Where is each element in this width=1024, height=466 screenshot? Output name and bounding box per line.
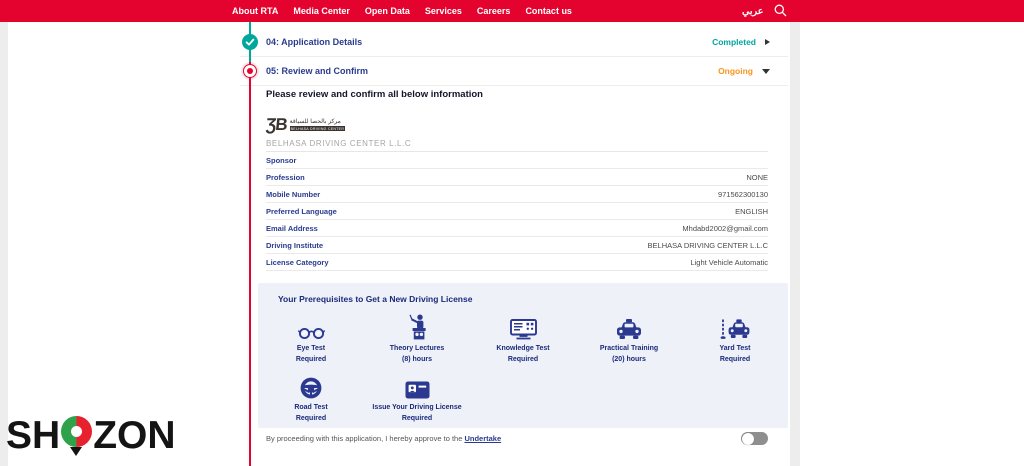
driving-center-logo-arabic: مركز بالحصا للسياقة (290, 119, 345, 126)
prereq-sublabel: Required (508, 355, 538, 366)
lecturer-icon (407, 312, 427, 340)
page-gutter-right (790, 22, 800, 466)
undertake-text: By proceeding with this application, I h… (266, 434, 501, 443)
prereq-sublabel: Required (296, 414, 326, 425)
undertake-link[interactable]: Undertake (464, 434, 501, 443)
stepper-line-current (249, 22, 251, 466)
prereq-label: Yard Test (720, 344, 751, 355)
prereq-item-eye-test: Eye Test Required (258, 312, 364, 366)
steering-wheel-icon (300, 371, 322, 399)
field-label: Sponsor (266, 156, 296, 165)
nav-item-open-data[interactable]: Open Data (365, 6, 410, 16)
prereq-sublabel: (20) hours (612, 355, 646, 366)
prereq-sublabel: Required (402, 414, 432, 425)
step-ongoing-radio-icon (243, 64, 257, 78)
prerequisites-panel: Your Prerequisites to Get a New Driving … (258, 283, 788, 428)
application-details-table: Sponsor Profession NONE Mobile Number 97… (266, 151, 768, 271)
status-badge: Completed (712, 37, 756, 47)
nav-item-careers[interactable]: Careers (477, 6, 511, 16)
prereq-item-practical-training: Practical Training (20) hours (576, 312, 682, 366)
field-value: Mhdabd2002@gmail.com (682, 224, 768, 233)
field-label: License Category (266, 258, 329, 267)
chevron-right-icon (765, 39, 770, 45)
driving-center-logo: ƷB مركز بالحصا للسياقة BELHASA DRIVING C… (266, 115, 345, 135)
nav-item-contact-us[interactable]: Contact us (525, 6, 572, 16)
prereq-item-road-test: Road Test Required (258, 371, 364, 425)
field-label: Preferred Language (266, 207, 337, 216)
nav-links: About RTA Media Center Open Data Service… (232, 0, 572, 22)
table-row: Email Address Mhdabd2002@gmail.com (266, 220, 768, 237)
review-section-heading: Please review and confirm all below info… (266, 89, 483, 100)
watermark-text-left: SH (6, 416, 60, 455)
prereq-item-issue-license: Issue Your Driving License Required (364, 371, 470, 425)
prereq-sublabel: Required (296, 355, 326, 366)
prerequisites-grid: Eye Test Required Theory Lectures (8) ho… (258, 312, 788, 429)
field-label: Driving Institute (266, 241, 323, 250)
prereq-label: Issue Your Driving License (372, 403, 461, 414)
prereq-item-knowledge-test: Knowledge Test Required (470, 312, 576, 366)
undertake-text-body: By proceeding with this application, I h… (266, 434, 462, 443)
table-row: Mobile Number 971562300130 (266, 186, 768, 203)
yard-test-car-icon (720, 312, 751, 340)
field-value: 971562300130 (718, 190, 768, 199)
page-gutter-left (0, 22, 8, 466)
shozon-watermark-logo: SH ZON (6, 413, 176, 458)
table-row: Preferred Language ENGLISH (266, 203, 768, 220)
field-label: Email Address (266, 224, 318, 233)
prereq-sublabel: Required (720, 355, 750, 366)
license-card-icon (405, 371, 430, 399)
search-icon[interactable] (774, 4, 787, 22)
field-label: Profession (266, 173, 305, 182)
status-badge: Ongoing (718, 66, 753, 76)
prereq-label: Knowledge Test (496, 344, 549, 355)
undertake-toggle[interactable] (741, 432, 768, 445)
nav-item-services[interactable]: Services (425, 6, 462, 16)
field-value: ENGLISH (735, 207, 768, 216)
step-title: 04: Application Details (266, 37, 362, 47)
prereq-sublabel: (8) hours (402, 355, 432, 366)
top-navigation-bar: About RTA Media Center Open Data Service… (0, 0, 1024, 22)
nav-item-about-rta[interactable]: About RTA (232, 6, 278, 16)
watermark-text-right: ZON (93, 416, 175, 455)
prereq-label: Theory Lectures (390, 344, 444, 355)
prereq-item-theory-lectures: Theory Lectures (8) hours (364, 312, 470, 366)
toggle-knob (742, 433, 754, 445)
field-value: NONE (746, 173, 768, 182)
prereq-label: Eye Test (297, 344, 325, 355)
location-pin-icon (61, 413, 92, 458)
prereq-label: Practical Training (600, 344, 658, 355)
nav-item-media-center[interactable]: Media Center (293, 6, 350, 16)
field-value: Light Vehicle Automatic (690, 258, 768, 267)
table-row: Sponsor (266, 152, 768, 169)
table-row: Driving Institute BELHASA DRIVING CENTER… (266, 237, 768, 254)
prereq-item-yard-test: Yard Test Required (682, 312, 788, 366)
table-row: License Category Light Vehicle Automatic (266, 254, 768, 271)
field-label: Mobile Number (266, 190, 320, 199)
chevron-down-icon (762, 69, 770, 74)
step-row-review-confirm[interactable]: 05: Review and Confirm Ongoing (240, 57, 788, 86)
eyeglasses-icon (298, 312, 325, 340)
step-completed-check-icon (242, 34, 258, 55)
driving-center-name: BELHASA DRIVING CENTER L.L.C (266, 139, 411, 148)
prereq-label: Road Test (294, 403, 327, 414)
car-front-icon (615, 312, 643, 340)
field-value: BELHASA DRIVING CENTER L.L.C (648, 241, 768, 250)
screen-test-icon (510, 312, 537, 340)
prerequisites-title: Your Prerequisites to Get a New Driving … (278, 294, 472, 304)
driving-center-logo-mark: ƷB (265, 115, 288, 135)
language-switch-arabic[interactable]: عربي (742, 0, 763, 22)
step-row-application-details[interactable]: 04: Application Details Completed (240, 28, 788, 57)
table-row: Profession NONE (266, 169, 768, 186)
step-title: 05: Review and Confirm (266, 66, 368, 76)
undertake-approval-row: By proceeding with this application, I h… (266, 432, 768, 445)
driving-center-logo-subtext: BELHASA DRIVING CENTER (290, 126, 345, 131)
